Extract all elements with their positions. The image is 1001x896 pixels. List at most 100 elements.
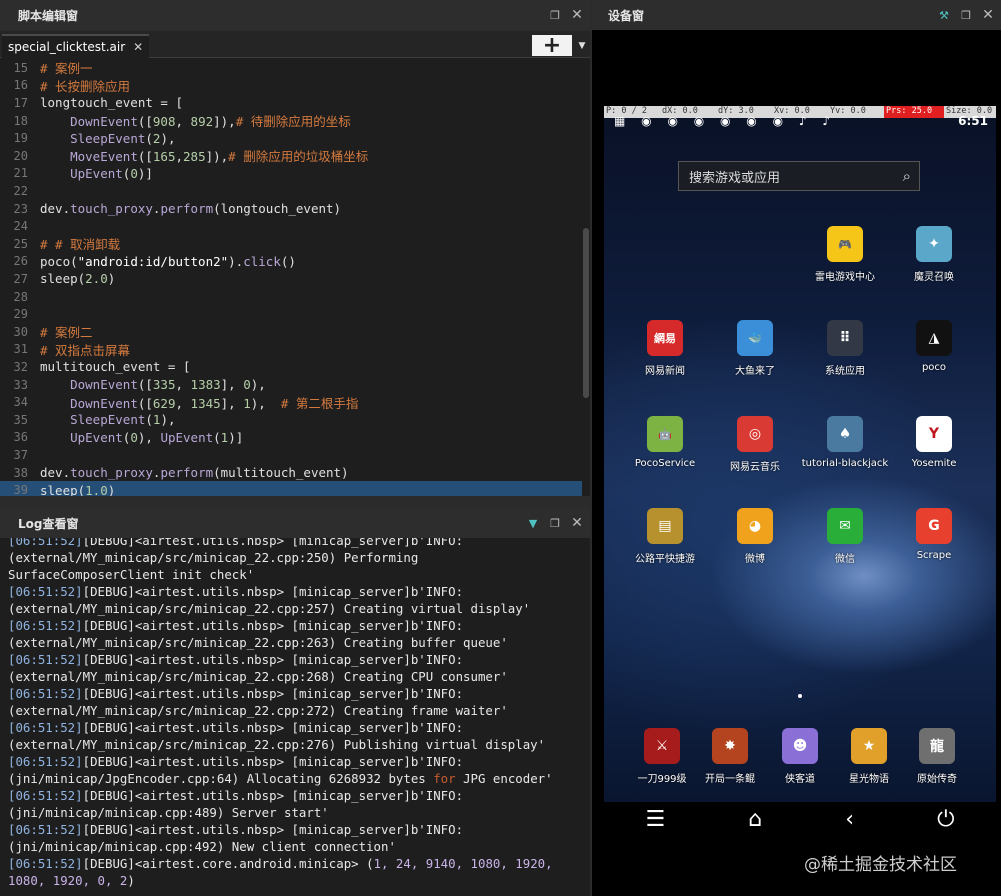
code-line[interactable]: 26 poco("android:id/button2").click() (0, 253, 582, 271)
code-token: ( (145, 412, 153, 428)
app-apps[interactable]: 🐳 大鱼来了 (710, 320, 800, 377)
tab-close-icon[interactable]: ✕ (133, 40, 143, 54)
log-line: (external/MY_minicap/src/minicap_22.cpp:… (8, 702, 508, 719)
code-line[interactable]: 36 UpEvent(0), UpEvent(1)] (0, 429, 582, 447)
code-token: ([ (137, 395, 153, 411)
code-text: # 双指点击屏幕 (34, 340, 130, 359)
code-line[interactable]: 37 (0, 446, 582, 464)
tools-icon[interactable]: ⚒ (935, 6, 953, 24)
code-token: ( (145, 130, 153, 146)
watermark: @稀土掘金技术社区 (804, 855, 957, 875)
log-token: [06:51:52] (8, 720, 83, 735)
app-icon: ♠ (827, 416, 863, 452)
app-apps[interactable]: 🤖 PocoService (620, 416, 710, 469)
code-line[interactable]: 29 (0, 305, 582, 323)
code-line[interactable]: 38 dev.touch_proxy.perform(multitouch_eve… (0, 464, 582, 482)
app-apps[interactable]: 🎮 雷电游戏中心 (800, 226, 890, 283)
code-line[interactable]: 32 multitouch_event = [ (0, 358, 582, 376)
code-line[interactable]: 34 DownEvent([629, 1345], 1), # 第二根手指 (0, 393, 582, 411)
app-dock[interactable]: 龍原始传奇 (892, 728, 982, 785)
add-script-button[interactable]: + (532, 34, 572, 56)
code-token: 0 (130, 429, 138, 445)
code-token: 285 (183, 149, 206, 165)
log-line: [06:51:52] [DEBUG]<airtest.utils.nbsp> [m… (8, 821, 463, 838)
code-line[interactable]: 22 (0, 182, 582, 200)
app-apps[interactable]: ⠿ 系统应用 (800, 320, 890, 377)
code-line[interactable]: 30 # 案例二 (0, 323, 582, 341)
power-icon[interactable]: ⏻ (937, 807, 954, 832)
log-token: (external/MY_minicap/src/minicap_22.cpp:… (8, 669, 508, 684)
code-line[interactable]: 25 # # 取消卸载 (0, 235, 582, 253)
restore-icon[interactable]: ❐ (546, 6, 564, 24)
code-line[interactable]: 18 DownEvent([908, 892]),# 待删除应用的坐标 (0, 112, 582, 130)
code-line[interactable]: 16 # 长按删除应用 (0, 77, 582, 95)
line-number: 37 (13, 447, 28, 462)
app-apps[interactable]: ▤ 公路平快捷游 (620, 508, 710, 565)
status-time: 6:51 (958, 114, 988, 128)
app-apps[interactable]: ◕ 微博 (710, 508, 800, 565)
code-line[interactable]: 23 dev.touch_proxy.perform(longtouch_even… (0, 200, 582, 218)
back-icon[interactable]: ‹ (845, 807, 854, 832)
filter-icon[interactable]: ▼ (524, 514, 542, 532)
app-icon: ◕ (737, 508, 773, 544)
app-apps[interactable]: ◎ 网易云音乐 (710, 416, 800, 473)
log-line: [06:51:52] [DEBUG]<airtest.utils.nbsp> [m… (8, 719, 463, 736)
app-search-box[interactable]: 搜索游戏或应用 ⌕ (678, 161, 920, 191)
line-number: 31 (13, 342, 28, 357)
code-line[interactable]: 27 sleep(2.0) (0, 270, 582, 288)
code-line[interactable]: 39 sleep(1.0) (0, 481, 582, 496)
home-icon[interactable]: ⌂ (748, 807, 762, 832)
code-token: # 双指点击屏幕 (40, 342, 131, 358)
code-token: ), (160, 130, 176, 146)
close-icon[interactable]: ✕ (979, 6, 997, 24)
app-label: 侠客道 (785, 774, 815, 785)
app-apps[interactable]: Y Yosemite (889, 416, 979, 469)
code-token: ([ (137, 149, 153, 165)
code-line[interactable]: 21 UpEvent(0)] (0, 165, 582, 183)
app-icon: ⠿ (827, 320, 863, 356)
log-output[interactable]: [06:51:52] [DEBUG]<airtest.utils.nbsp> [m… (0, 538, 590, 896)
app-apps[interactable]: ✉ 微信 (800, 508, 890, 565)
code-line[interactable]: 28 (0, 288, 582, 306)
device-screen[interactable]: P: 0 / 2 dX: 0.0 dY: 3.0 Xv: 0.0 Yv: 0.0 Prs:… (604, 106, 996, 802)
editor-tab[interactable]: special_clicktest.air ✕ (2, 34, 150, 58)
close-icon[interactable]: ✕ (568, 514, 586, 532)
code-line[interactable]: 24 (0, 217, 582, 235)
app-apps[interactable]: ♠ tutorial-blackjack (800, 416, 890, 469)
app-label: 系统应用 (825, 366, 865, 377)
code-line[interactable]: 17 longtouch_event = [ (0, 94, 582, 112)
code-editor[interactable]: 15 # 案例一 16 # 长按删除应用 17 longtouch_event = [18… (0, 58, 590, 496)
app-apps[interactable]: 網易 网易新闻 (620, 320, 710, 377)
log-token: [06:51:52] (8, 856, 83, 871)
page-indicator (798, 694, 802, 698)
chevron-down-icon[interactable]: ▼ (574, 35, 590, 56)
menu-icon[interactable]: ☰ (646, 807, 666, 832)
log-token: JPG encoder' (455, 771, 553, 786)
log-token: [DEBUG]<airtest.core.android.minicap> ( (82, 856, 374, 871)
code-line[interactable]: 33 DownEvent([335, 1383], 0), (0, 376, 582, 394)
log-line: [06:51:52] [DEBUG]<airtest.utils.nbsp> [m… (8, 753, 463, 770)
restore-icon[interactable]: ❐ (957, 6, 975, 24)
code-line[interactable]: 15 # 案例一 (0, 59, 582, 77)
code-line[interactable]: 20 MoveEvent([165,285]),# 删除应用的垃圾桶坐标 (0, 147, 582, 165)
restore-icon[interactable]: ❐ (546, 514, 564, 532)
code-token: # 删除应用的垃圾桶坐标 (228, 149, 369, 165)
line-number: 33 (13, 377, 28, 392)
app-icon: 🤖 (647, 416, 683, 452)
code-text: # 案例一 (34, 58, 93, 77)
code-line[interactable]: 31 # 双指点击屏幕 (0, 341, 582, 359)
search-icon[interactable]: ⌕ (903, 167, 911, 185)
code-token: (multitouch_event) (213, 465, 349, 481)
app-apps[interactable]: ◮ poco (889, 320, 979, 373)
log-token: (external/MY_minicap/src/minicap_22.cpp:… (8, 601, 531, 616)
app-apps[interactable]: G Scrape (889, 508, 979, 561)
code-scrollbar[interactable] (583, 228, 589, 398)
code-token: 165 (152, 149, 176, 165)
code-token: multitouch_event = [ (40, 359, 191, 375)
code-line[interactable]: 35 SleepEvent(1), (0, 411, 582, 429)
code-line[interactable]: 19 SleepEvent(2), (0, 129, 582, 147)
app-apps[interactable]: ✦ 魔灵召唤 (889, 226, 979, 283)
app-label: 网易新闻 (645, 366, 685, 377)
code-token: DownEvent (70, 114, 138, 130)
close-icon[interactable]: ✕ (568, 6, 586, 24)
